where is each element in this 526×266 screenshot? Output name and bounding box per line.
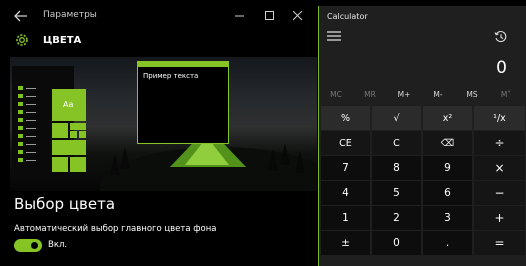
reciprocal-button[interactable]: ¹/x bbox=[474, 106, 525, 130]
preview-tree bbox=[268, 149, 278, 171]
digit-5-button[interactable]: 5 bbox=[372, 181, 421, 205]
preview-app-line bbox=[26, 128, 36, 129]
hamburger-menu-icon[interactable] bbox=[327, 31, 341, 41]
preview-app-line bbox=[26, 120, 36, 121]
settings-window: Параметры ЦВЕТА Aa Пример текста Выбор ц… bbox=[0, 0, 317, 266]
preview-tile bbox=[70, 157, 86, 172]
preview-app-line bbox=[26, 96, 36, 97]
page-header: ЦВЕТА bbox=[0, 32, 317, 54]
subtract-button[interactable]: − bbox=[474, 181, 525, 205]
toggle-knob bbox=[31, 242, 38, 249]
preview-app-icon bbox=[18, 158, 23, 162]
preview-app-line bbox=[26, 104, 36, 105]
preview-sample-window: Пример текста bbox=[137, 61, 229, 144]
decimal-button[interactable]: . bbox=[423, 231, 472, 255]
preview-app-icon bbox=[18, 118, 23, 122]
preview-app-icon bbox=[18, 150, 23, 154]
digit-7-button[interactable]: 7 bbox=[321, 156, 370, 180]
memory-recall-button[interactable]: MR bbox=[353, 90, 387, 99]
digit-1-button[interactable]: 1 bbox=[321, 206, 370, 230]
preview-tile bbox=[52, 123, 68, 138]
preview-app-line bbox=[26, 160, 36, 161]
gear-icon bbox=[16, 34, 28, 46]
preview-tile bbox=[70, 123, 86, 130]
percent-button[interactable]: % bbox=[321, 106, 370, 130]
preview-tile bbox=[70, 131, 77, 138]
minimize-icon bbox=[235, 15, 244, 17]
calculator-display: 0 bbox=[496, 58, 507, 78]
square-button[interactable]: x² bbox=[423, 106, 472, 130]
choose-color-heading: Выбор цвета bbox=[14, 195, 116, 213]
digit-9-button[interactable]: 9 bbox=[423, 156, 472, 180]
digit-0-button[interactable]: 0 bbox=[372, 231, 421, 255]
clear-button[interactable]: C bbox=[372, 131, 421, 155]
back-arrow-icon[interactable] bbox=[13, 9, 29, 23]
memory-add-button[interactable]: M+ bbox=[387, 90, 421, 99]
history-icon[interactable] bbox=[494, 30, 508, 44]
preview-app-line bbox=[26, 112, 36, 113]
maximize-icon bbox=[265, 11, 274, 20]
preview-app-icon bbox=[18, 126, 23, 130]
memory-subtract-button[interactable]: M- bbox=[421, 90, 455, 99]
window-title: Параметры bbox=[43, 10, 97, 20]
digit-4-button[interactable]: 4 bbox=[321, 181, 370, 205]
digit-3-button[interactable]: 3 bbox=[423, 206, 472, 230]
auto-color-toggle[interactable] bbox=[14, 239, 42, 252]
preview-tile bbox=[52, 140, 86, 155]
preview-tile bbox=[79, 131, 86, 138]
maximize-button[interactable] bbox=[259, 6, 281, 26]
preview-app-line bbox=[26, 152, 36, 153]
clear-entry-button[interactable]: CE bbox=[321, 131, 370, 155]
preview-app-icon bbox=[18, 86, 23, 90]
page-title: ЦВЕТА bbox=[43, 35, 82, 46]
preview-tile bbox=[52, 157, 68, 172]
close-button[interactable] bbox=[287, 6, 309, 26]
preview-app-icon bbox=[18, 110, 23, 114]
preview-start-menu: Aa bbox=[12, 66, 86, 176]
preview-app-icon bbox=[18, 142, 23, 146]
preview-app-line bbox=[26, 144, 36, 145]
preview-sample-titlebar bbox=[138, 62, 228, 67]
backspace-button[interactable]: ⌫ bbox=[423, 131, 472, 155]
preview-app-icon bbox=[18, 102, 23, 106]
preview-app-line bbox=[26, 88, 36, 89]
preview-tile-label: Aa bbox=[63, 100, 74, 109]
settings-titlebar: Параметры bbox=[0, 0, 317, 32]
theme-preview: Aa Пример текста bbox=[10, 57, 317, 191]
memory-store-button[interactable]: MS bbox=[455, 90, 489, 99]
memory-row: MC MR M+ M- MS M˅ bbox=[319, 90, 526, 106]
toggle-state-label: Вкл. bbox=[48, 240, 68, 250]
multiply-button[interactable]: × bbox=[474, 156, 525, 180]
negate-button[interactable]: ± bbox=[321, 231, 370, 255]
close-icon bbox=[293, 11, 303, 21]
preview-tree bbox=[295, 151, 305, 173]
square-root-button[interactable]: √ bbox=[372, 106, 421, 130]
preview-app-line bbox=[26, 136, 36, 137]
digit-6-button[interactable]: 6 bbox=[423, 181, 472, 205]
digit-8-button[interactable]: 8 bbox=[372, 156, 421, 180]
preview-tree bbox=[110, 153, 120, 175]
memory-clear-button[interactable]: MC bbox=[319, 90, 353, 99]
add-button[interactable]: + bbox=[474, 206, 525, 230]
digit-2-button[interactable]: 2 bbox=[372, 206, 421, 230]
preview-sample-text: Пример текста bbox=[143, 72, 199, 80]
preview-tree bbox=[120, 147, 130, 169]
divide-button[interactable]: ÷ bbox=[474, 131, 525, 155]
calculator-window: Calculator 0 MC MR M+ M- MS M˅ % √ x² ¹/… bbox=[318, 6, 526, 266]
preview-app-icon bbox=[18, 134, 23, 138]
equals-button[interactable]: = bbox=[474, 231, 525, 255]
preview-app-icon bbox=[18, 94, 23, 98]
preview-tree bbox=[280, 143, 290, 165]
memory-list-button[interactable]: M˅ bbox=[489, 90, 523, 99]
auto-color-label: Автоматический выбор главного цвета фона bbox=[14, 224, 217, 234]
preview-tile-large: Aa bbox=[52, 89, 86, 121]
calculator-title: Calculator bbox=[327, 12, 368, 21]
minimize-button[interactable] bbox=[229, 6, 251, 26]
